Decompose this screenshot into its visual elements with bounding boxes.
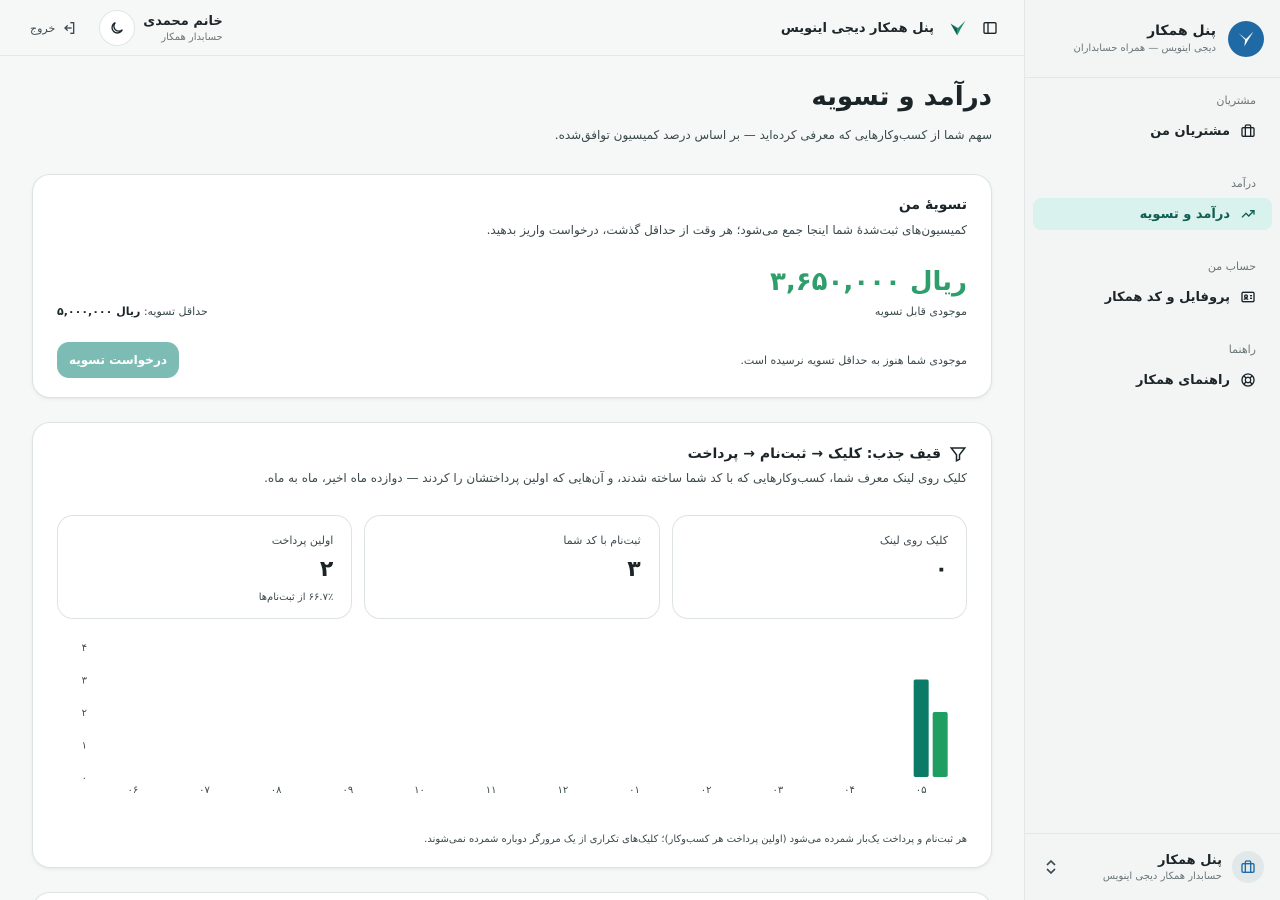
user-name: خانم محمدی [143,13,223,29]
stat-card-clicks: کلیک روی لینک ۰ [671,515,967,619]
sidebar-item-profile[interactable]: پروفایل و کد همکار [1033,281,1272,313]
x-tick-label: ۰۸ [271,785,282,796]
x-tick-label: ۰۶ [127,785,138,796]
stat-label: کلیک روی لینک [879,534,948,547]
balance-label: موجودی قابل تسویه [874,305,967,318]
lifebuoy-icon [1241,373,1255,387]
footer-subtitle: حسابدار همکار دیجی اینویس [1102,870,1222,882]
page-title: درآمد و تسویه [811,82,992,112]
settlement-status-note: موجودی شما هنوز به حداقل تسویه نرسیده اس… [740,353,967,367]
min-settlement: حداقل تسویه: ریال ۵,۰۰۰,۰۰۰ [57,305,208,318]
x-tick-label: ۰۲ [701,785,712,796]
sidebar-item-label: درآمد و تسویه [1139,206,1230,222]
stat-card-first-payment: اولین پرداخت ۲ ۶۶.۷٪ از ثبت‌نام‌ها [57,515,353,619]
chart-bar [932,712,948,777]
sidebar-group-label: درآمد [1231,177,1256,190]
request-settlement-button[interactable]: درخواست تسویه [57,342,179,378]
sidebar-item-my-customers[interactable]: مشتریان من [1033,115,1272,147]
main-content: درآمد و تسویه سهم شما از کسب‌وکارهایی که… [32,56,992,900]
user-box: خانم محمدی حسابدار همکار [99,10,223,46]
funnel-stats: کلیک روی لینک ۰ ثبت‌نام با کد شما ۳ اولی… [57,515,967,619]
trending-up-icon [1241,210,1255,218]
id-card-icon [1241,291,1255,303]
x-tick-label: ۰۹ [342,785,353,796]
funnel-card: قیف جذب: کلیک → ثبت‌نام → پرداخت کلیک رو… [32,422,992,868]
x-tick-label: ۰۱ [629,785,640,796]
sidebar-group-label: مشتریان [1216,94,1256,107]
topbar-title: پنل همکار دیجی اینویس [780,20,934,36]
sidebar-toggle-icon[interactable] [982,20,998,36]
chart-bar [913,679,929,777]
stat-note: ۶۶.۷٪ از ثبت‌نام‌ها [258,592,334,603]
bird-logo-icon [1228,20,1264,57]
funnel-title-row: قیف جذب: کلیک → ثبت‌نام → پرداخت [57,445,967,463]
user-role: حسابدار همکار [161,31,223,43]
min-settlement-value: ریال ۵,۰۰۰,۰۰۰ [57,305,141,318]
sidebar-header: پنل همکار دیجی اینویس — همراه حسابداران [1025,0,1280,78]
footer-title: پنل همکار [1158,852,1222,868]
funnel-footnote: هر ثبت‌نام و پرداخت یک‌بار شمرده می‌شود … [424,834,967,845]
x-tick-label: ۱۲ [557,785,568,796]
y-tick-label: ۴ [82,643,87,654]
settlement-amount: ریال ۳,۶۵۰,۰۰۰ [770,267,967,297]
briefcase-icon [1232,851,1264,883]
sidebar-group-label: راهنما [1228,343,1256,356]
stat-value: ۰ [934,557,948,582]
chevron-up-down-icon[interactable] [1041,859,1061,875]
bird-logo-icon [948,19,968,37]
settlement-description: کمیسیون‌های ثبت‌شدهٔ شما اینجا جمع می‌شو… [486,223,967,237]
funnel-description: کلیک روی لینک معرف شما، کسب‌وکارهایی که … [264,471,967,485]
y-tick-label: ۱ [82,741,87,752]
sidebar-brand-title: پنل همکار [1147,23,1216,39]
funnel-title: قیف جذب: کلیک → ثبت‌نام → پرداخت [687,446,941,462]
sidebar-group-label: حساب من [1207,260,1256,273]
x-tick-label: ۱۰ [414,785,425,796]
settlement-title: تسویهٔ من [898,197,967,213]
settlement-card: تسویهٔ من کمیسیون‌های ثبت‌شدهٔ شما اینجا… [32,174,992,398]
stat-value: ۲ [319,557,334,582]
y-tick-label: ۳ [82,676,88,687]
sidebar-item-label: راهنمای همکار [1136,372,1230,388]
sidebar-footer-switcher[interactable]: پنل همکار حسابدار همکار دیجی اینویس [1025,833,1280,900]
funnel-bar-chart: ۰۱۲۳۴۰۶ ۰۷ ۰۸ ۰۹ ۱۰ ۱۱ ۱۲ ۰۱ ۰۲ ۰۳ ۰۴ ۰۵ [82,643,948,796]
stat-card-signups: ثبت‌نام با کد شما ۳ [364,515,660,619]
moon-icon[interactable] [99,10,136,46]
briefcase-icon [1241,124,1255,137]
min-settlement-label: حداقل تسویه: [143,305,208,318]
stat-label: اولین پرداخت [271,534,334,547]
x-tick-label: ۰۵ [916,785,927,796]
funnel-chart: ۰ ۱ ۲ ۳ ۴ ۰۶ ۰۷ ۰۸ ۰۹ ۱۰ ۱۱ ۱۲ ۰۱ ۰۲ ۰۳ ۰۴ ۰۵ [57,637,969,807]
x-tick-label: ۱۱ [486,785,497,796]
sidebar-item-income-settlement[interactable]: درآمد و تسویه [1033,198,1272,230]
page-description: سهم شما از کسب‌وکارهایی که معرفی کرده‌ای… [554,128,992,142]
sidebar-item-label: مشتریان من [1150,123,1230,139]
x-tick-label: ۰۴ [844,785,855,796]
sidebar-item-label: پروفایل و کد همکار [1104,289,1230,305]
sidebar-brand-subtitle: دیجی اینویس — همراه حسابداران [1073,43,1216,54]
logout-icon [64,22,75,34]
topbar: پنل همکار دیجی اینویس خروج خانم محمدی حس… [0,0,1024,56]
stat-value: ۳ [627,557,641,582]
y-tick-label: ۰ [82,773,87,784]
funnel-icon [949,447,967,462]
x-tick-label: ۰۷ [199,785,210,796]
logout-label: خروج [30,21,56,35]
next-card [32,892,992,900]
sidebar: پنل همکار دیجی اینویس — همراه حسابداران … [1024,0,1280,900]
stat-label: ثبت‌نام با کد شما [563,534,641,547]
y-tick-label: ۲ [82,708,87,719]
x-tick-label: ۰۳ [772,785,783,796]
sidebar-item-guide[interactable]: راهنمای همکار [1033,364,1272,396]
logout-button[interactable]: خروج [30,20,77,36]
